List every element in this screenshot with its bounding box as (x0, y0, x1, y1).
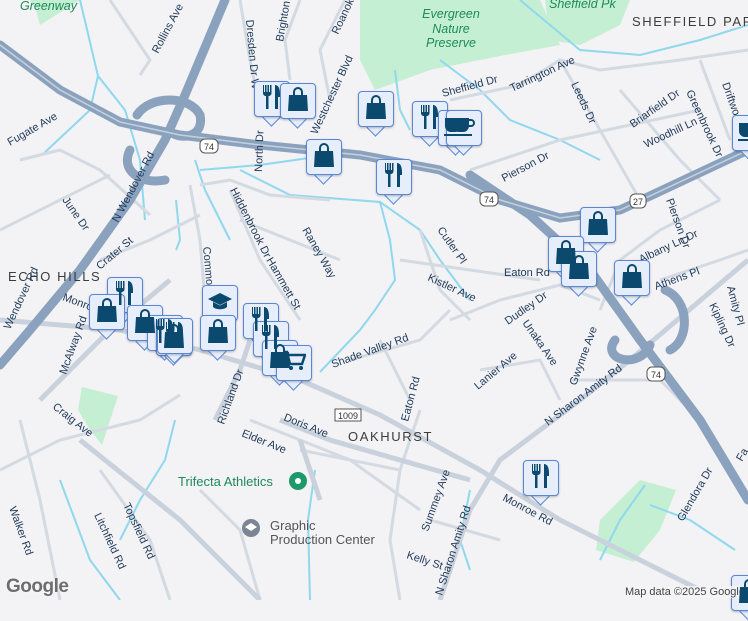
svg-text:Amity Pl: Amity Pl (724, 285, 746, 327)
shopping-icon (737, 578, 748, 609)
svg-text:Pierson Dr: Pierson Dr (500, 150, 552, 185)
park-east (596, 480, 676, 562)
shopping-marker[interactable] (358, 91, 394, 137)
svg-text:Shade Valley Rd: Shade Valley Rd (330, 332, 410, 371)
svg-text:Glendora Dr: Glendora Dr (675, 465, 716, 523)
svg-text:Gwynne Ave: Gwynne Ave (568, 325, 600, 387)
svg-text:1009: 1009 (338, 411, 358, 421)
shopping-marker[interactable] (306, 139, 342, 185)
shopping-marker[interactable] (200, 315, 236, 361)
us74-shield-3: 74 (646, 366, 666, 382)
svg-text:Hiddenbrook Dr: Hiddenbrook Dr (227, 186, 273, 260)
svg-text:Fugate Ave: Fugate Ave (6, 110, 60, 148)
label-sheffield-pk: Sheffield Pk (549, 0, 616, 11)
svg-text:Topsfield Rd: Topsfield Rd (120, 501, 156, 561)
label-evergreen: Evergreen (422, 7, 480, 21)
shopping-icon (620, 263, 644, 294)
svg-text:Litchfield Rd: Litchfield Rd (91, 511, 127, 571)
svg-text:June Dr: June Dr (60, 195, 92, 234)
svg-text:Graphic: Graphic (270, 518, 316, 533)
label-sheffield-park: SHEFFIELD PARK (632, 14, 748, 29)
svg-text:74: 74 (484, 195, 494, 205)
label-greenway: Greenway (20, 0, 78, 13)
label-north-dr: North Dr (253, 130, 266, 172)
restaurant-marker[interactable] (376, 159, 412, 205)
svg-text:Rollins Ave: Rollins Ave (150, 2, 186, 56)
map-attribution[interactable]: Map data ©2025 Google (621, 586, 748, 598)
restaurant-marker[interactable] (523, 460, 559, 506)
svg-text:Leeds Dr: Leeds Dr (568, 80, 598, 126)
label-oakhurst: OAKHURST (348, 429, 433, 444)
google-logo: Google (6, 576, 69, 597)
poi-graphic-production-center[interactable]: Graphic Production Center (242, 518, 375, 547)
shopping-icon (286, 86, 310, 117)
svg-text:74: 74 (204, 142, 214, 152)
svg-text:Raney Way: Raney Way (299, 226, 338, 281)
cafe-icon (451, 115, 477, 142)
shopping-marker[interactable] (614, 260, 650, 306)
shopping-icon (567, 254, 591, 285)
poi-trifecta-athletics[interactable]: Trifecta Athletics (178, 472, 307, 490)
shopping-marker[interactable] (280, 83, 316, 129)
cafe-marker[interactable] (446, 110, 482, 156)
svg-text:Dresden Dr W: Dresden Dr W (243, 19, 261, 90)
svg-text:27: 27 (633, 197, 643, 207)
shopping-marker[interactable] (580, 207, 616, 253)
grocery-icon (282, 350, 307, 377)
label-nature: Nature (432, 22, 470, 36)
svg-text:Tarrington Ave: Tarrington Ave (508, 54, 577, 95)
sr1009-shield: 1009 (334, 408, 362, 422)
school-icon (207, 291, 233, 316)
shopping-icon (95, 297, 119, 328)
svg-text:Brighton: Brighton (274, 0, 293, 42)
restaurant-icon (383, 162, 405, 193)
us74-shield: 74 (199, 138, 219, 154)
shopping-icon (586, 210, 610, 241)
restaurant-icon (530, 463, 552, 494)
shopping-marker[interactable] (561, 251, 597, 297)
grocery-marker[interactable] (276, 345, 312, 391)
svg-text:Richland Dr: Richland Dr (216, 368, 247, 426)
cafe-marker[interactable] (732, 115, 748, 161)
svg-text:Lanier Ave: Lanier Ave (472, 350, 519, 392)
svg-text:74: 74 (651, 370, 661, 380)
us27-shield: 27 (629, 193, 647, 209)
us74-shield-2: 74 (479, 191, 499, 207)
svg-text:Fa: Fa (734, 446, 748, 464)
svg-text:Kelly St: Kelly St (405, 549, 444, 572)
shopping-icon (312, 142, 336, 173)
shopping-icon (206, 318, 230, 349)
cafe-icon (737, 120, 748, 147)
shopping-icon (364, 94, 388, 125)
svg-text:Production Center: Production Center (270, 532, 375, 547)
svg-text:N Sharon Amity Rd: N Sharon Amity Rd (433, 504, 473, 597)
svg-text:Walker Rd: Walker Rd (6, 505, 35, 557)
svg-text:Trifecta Athletics: Trifecta Athletics (178, 474, 273, 489)
label-preserve: Preserve (426, 36, 476, 50)
svg-text:Athens Pl: Athens Pl (653, 265, 701, 292)
svg-text:Eaton Rd: Eaton Rd (504, 267, 550, 279)
